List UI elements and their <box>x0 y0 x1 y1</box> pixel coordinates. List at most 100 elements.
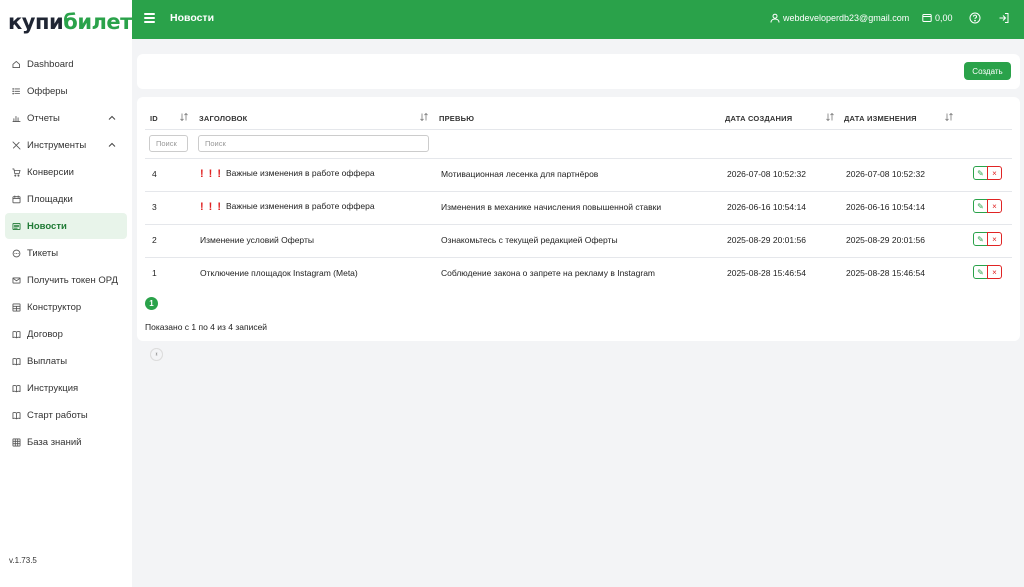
sidebar-item-label: Тикеты <box>27 247 59 259</box>
book-icon <box>12 357 21 366</box>
sidebar-item[interactable]: Договор <box>5 321 127 347</box>
sidebar-item[interactable]: Новости <box>5 213 127 239</box>
list-icon <box>12 87 21 96</box>
sidebar-item-label: Офферы <box>27 85 68 97</box>
column-header-preview: ПРЕВЬЮ <box>439 114 475 123</box>
delete-icon[interactable]: × <box>987 166 1002 180</box>
balance-value: 0,00 <box>935 13 953 23</box>
cell-updated: 2025-08-28 15:46:54 <box>846 268 925 278</box>
page-title: Новости <box>170 12 215 24</box>
cell-id: 4 <box>152 169 157 179</box>
sidebar-item[interactable]: Dashboard <box>5 51 127 77</box>
mail-icon <box>12 276 21 285</box>
sidebar-item-label: Dashboard <box>27 58 74 70</box>
toolbar-card: Создать <box>137 54 1020 89</box>
delete-icon[interactable]: × <box>987 232 1002 246</box>
cart-icon <box>12 168 21 177</box>
delete-icon[interactable]: × <box>987 199 1002 213</box>
sidebar-item[interactable]: Тикеты <box>5 240 127 266</box>
sidebar-item[interactable]: Инструменты <box>5 132 127 158</box>
column-header-title[interactable]: ЗАГОЛОВОК <box>199 114 247 123</box>
delete-icon[interactable]: × <box>987 265 1002 279</box>
cell-title: Отключение площадок Instagram (Meta) <box>200 268 358 278</box>
chevron-up-icon[interactable] <box>107 113 117 123</box>
sidebar-item[interactable]: Отчеты <box>5 105 127 131</box>
sidebar-item[interactable]: Конструктор <box>5 294 127 320</box>
sidebar-item[interactable]: Офферы <box>5 78 127 104</box>
pagination: ‹ 1 › <box>145 297 163 361</box>
cell-updated: 2026-07-08 10:52:32 <box>846 169 925 179</box>
divider <box>145 129 1012 130</box>
logo-part-1: купи <box>8 10 64 34</box>
edit-icon[interactable]: ✎ <box>973 166 988 180</box>
logout-icon[interactable] <box>998 12 1010 24</box>
cell-updated: 2026-06-16 10:54:14 <box>846 202 925 212</box>
sidebar-nav: Dashboard Офферы Отчеты Инструменты Конверси… <box>5 51 127 456</box>
exclamation-icon: ! <box>200 201 204 213</box>
next-page-button[interactable]: › <box>150 348 163 361</box>
sidebar-item-label: Договор <box>27 328 63 340</box>
sort-icon[interactable] <box>179 112 189 122</box>
exclamation-icon: ! <box>217 201 222 213</box>
exclamation-icon: ! <box>208 201 213 213</box>
row-actions: ✎ × <box>973 166 1002 180</box>
cell-updated: 2025-08-29 20:01:56 <box>846 235 925 245</box>
sidebar-item[interactable]: Инструкция <box>5 375 127 401</box>
create-button[interactable]: Создать <box>964 62 1011 80</box>
news-table: ID ЗАГОЛОВОК ПРЕВЬЮ ДАТА СОЗДАНИЯ ДАТА И… <box>137 97 1020 361</box>
edit-icon[interactable]: ✎ <box>973 232 988 246</box>
sidebar-item[interactable]: Получить токен ОРД <box>5 267 127 293</box>
id-filter-input[interactable] <box>149 135 188 152</box>
sidebar-item[interactable]: База знаний <box>5 429 127 455</box>
cell-created: 2025-08-28 15:46:54 <box>727 268 806 278</box>
table-row[interactable]: 2 Изменение условий Оферты Ознакомьтесь с … <box>145 225 1012 257</box>
newspaper-icon <box>12 222 21 231</box>
book-icon <box>12 384 21 393</box>
cell-title: Изменение условий Оферты <box>200 235 314 245</box>
help-icon[interactable] <box>969 12 981 24</box>
logo[interactable]: купи билет <box>8 7 132 33</box>
sort-icon[interactable] <box>419 112 429 122</box>
cell-preview: Соблюдение закона о запрете на рекламу в… <box>441 268 656 278</box>
user-menu[interactable]: webdeveloperdb23@gmail.com <box>770 13 909 23</box>
cell-title: !!! Важные изменения в работе оффера <box>200 200 375 213</box>
menu-toggle-icon[interactable] <box>144 13 155 23</box>
tools-icon <box>12 141 21 150</box>
records-summary: Показано с 1 по 4 из 4 записей <box>145 322 268 332</box>
grid-icon <box>12 303 21 312</box>
user-email: webdeveloperdb23@gmail.com <box>783 13 910 23</box>
sidebar-item[interactable]: Выплаты <box>5 348 127 374</box>
edit-icon[interactable]: ✎ <box>973 199 988 213</box>
current-page-button[interactable]: 1 <box>145 297 158 310</box>
sort-icon[interactable] <box>825 112 835 122</box>
sidebar: купи билет Dashboard Офферы Отчеты Инструмен… <box>0 0 132 587</box>
sidebar-item-label: Получить токен ОРД <box>27 274 118 286</box>
table-row[interactable]: 3!!! Важные изменения в работе оффера Изме… <box>145 192 1012 224</box>
cell-created: 2026-07-08 10:52:32 <box>727 169 806 179</box>
chat-icon <box>12 249 21 258</box>
column-header-created[interactable]: ДАТА СОЗДАНИЯ <box>725 114 792 123</box>
cell-preview: Мотивационная лесенка для партнёров <box>441 169 599 179</box>
table-icon <box>12 438 21 447</box>
title-filter-input[interactable] <box>198 135 429 152</box>
news-title: Важные изменения в работе оффера <box>226 168 375 178</box>
exclamation-icon: ! <box>200 168 204 180</box>
cell-id: 1 <box>152 268 157 278</box>
edit-icon[interactable]: ✎ <box>973 265 988 279</box>
sidebar-item-label: Новости <box>27 220 67 232</box>
chevron-up-icon[interactable] <box>107 140 117 150</box>
table-row[interactable]: 4!!! Важные изменения в работе оффера Моти… <box>145 159 1012 191</box>
column-header-updated[interactable]: ДАТА ИЗМЕНЕНИЯ <box>844 114 917 123</box>
sort-icon[interactable] <box>944 112 954 122</box>
sidebar-item[interactable]: Конверсии <box>5 159 127 185</box>
sidebar-item-label: Конверсии <box>27 166 74 178</box>
balance[interactable]: 0,00 <box>922 13 953 23</box>
calendar-icon <box>12 195 21 204</box>
sidebar-item[interactable]: Старт работы <box>5 402 127 428</box>
column-header-id[interactable]: ID <box>150 114 158 123</box>
news-title: Отключение площадок Instagram (Meta) <box>200 268 358 278</box>
table-row[interactable]: 1 Отключение площадок Instagram (Meta) Соб… <box>145 258 1012 290</box>
exclamation-icon: ! <box>208 168 213 180</box>
sidebar-item[interactable]: Площадки <box>5 186 127 212</box>
cell-preview: Ознакомьтесь с текущей редакцией Оферты <box>441 235 618 245</box>
